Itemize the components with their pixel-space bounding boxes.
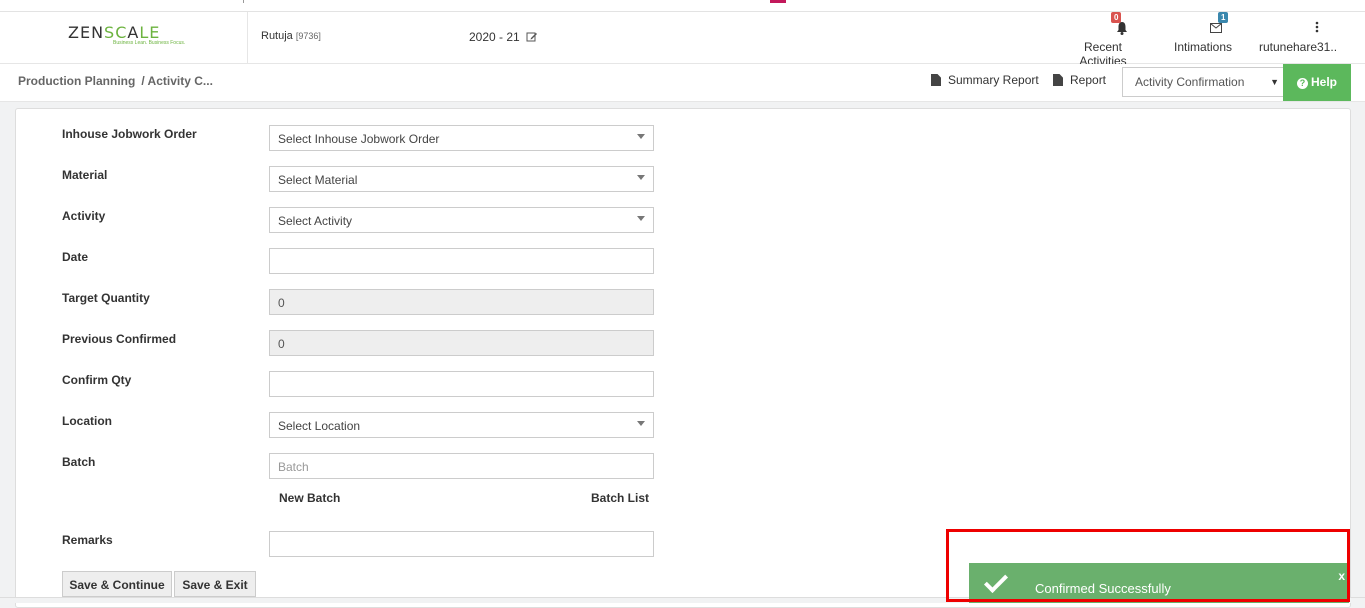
intimations-count-badge: 1 (1218, 12, 1229, 23)
highlight-box (946, 529, 1350, 602)
strip-accent (770, 0, 786, 3)
material-label: Material (62, 168, 108, 182)
caret-down-icon: ▼ (1270, 77, 1279, 87)
document-icon (931, 74, 941, 86)
recent-count-badge: 0 (1111, 12, 1122, 23)
location-select-value: Select Location (278, 419, 361, 433)
zenscale-logo[interactable]: ZENSCALE Business Lean. Business Focus. (0, 12, 248, 64)
document-icon (1053, 74, 1063, 86)
intimations-label: Intimations (1173, 40, 1233, 54)
new-batch-link[interactable]: New Batch (279, 491, 340, 505)
user-code: [9736] (295, 31, 321, 41)
browser-top-strip (0, 0, 1365, 12)
fiscal-year[interactable]: 2020 - 21 (469, 30, 538, 44)
edit-icon[interactable] (526, 31, 538, 43)
page-select-value: Activity Confirmation (1135, 75, 1245, 89)
save-exit-button[interactable]: Save & Exit (174, 571, 256, 597)
batch-label: Batch (62, 455, 96, 469)
caret-down-icon (637, 134, 645, 139)
logo-tagline: Business Lean. Business Focus. (113, 40, 186, 46)
save-continue-button[interactable]: Save & Continue (62, 571, 172, 597)
jobwork-select-value: Select Inhouse Jobwork Order (278, 132, 440, 146)
help-button[interactable]: ? Help (1283, 64, 1351, 101)
caret-down-icon (637, 216, 645, 221)
confirm-qty-label: Confirm Qty (62, 373, 132, 387)
location-select[interactable]: Select Location (269, 412, 654, 438)
fiscal-year-label: 2020 - 21 (469, 30, 520, 44)
jobwork-select[interactable]: Select Inhouse Jobwork Order (269, 125, 654, 151)
help-label: Help (1311, 75, 1338, 89)
breadcrumb-root[interactable]: Production Planning (18, 74, 135, 88)
remarks-label: Remarks (62, 533, 113, 547)
page-select[interactable]: Activity Confirmation ▼ (1122, 67, 1284, 97)
breadcrumb-bar: Production Planning / Activity C... Summa… (0, 64, 1365, 102)
intimations[interactable]: 1 Intimations (1172, 12, 1234, 54)
more-vertical-icon (1258, 18, 1338, 34)
breadcrumb: Production Planning / Activity C... (18, 74, 219, 88)
user-name: Rutuja (261, 30, 293, 42)
summary-report-link[interactable]: Summary Report (931, 73, 1039, 87)
material-select-value: Select Material (278, 173, 358, 187)
target-quantity-label: Target Quantity (62, 291, 150, 305)
app-header: ZENSCALE Business Lean. Business Focus. … (0, 12, 1365, 68)
breadcrumb-current: / Activity C... (141, 74, 213, 88)
previous-confirmed-label: Previous Confirmed (62, 332, 177, 346)
date-label: Date (62, 250, 89, 264)
jobwork-label: Inhouse Jobwork Order (62, 127, 197, 141)
batch-input[interactable]: Batch (269, 453, 654, 479)
location-label: Location (62, 414, 112, 428)
confirm-qty-input[interactable] (269, 371, 654, 397)
batch-list-link[interactable]: Batch List (591, 491, 649, 505)
envelope-icon: 1 (1172, 12, 1234, 34)
activity-select[interactable]: Select Activity (269, 207, 654, 233)
report-label: Report (1070, 73, 1107, 87)
recent-activities[interactable]: 0 Recent Activities (1060, 12, 1146, 68)
date-input[interactable] (269, 248, 654, 274)
material-select[interactable]: Select Material (269, 166, 654, 192)
caret-down-icon (637, 175, 645, 180)
activity-select-value: Select Activity (278, 214, 353, 228)
user-info: Rutuja [9736] (261, 30, 321, 42)
activity-label: Activity (62, 209, 106, 223)
strip-mark (243, 0, 244, 3)
bell-icon: 0 (1060, 12, 1146, 35)
summary-report-label: Summary Report (948, 73, 1039, 87)
caret-down-icon (637, 421, 645, 426)
remarks-input[interactable] (269, 531, 654, 557)
account-label: rutunehare31.. (1258, 40, 1338, 54)
target-quantity-field: 0 (269, 289, 654, 315)
account-menu[interactable]: rutunehare31.. (1258, 18, 1338, 54)
previous-confirmed-field: 0 (269, 330, 654, 356)
question-icon: ? (1297, 78, 1308, 89)
report-link[interactable]: Report (1053, 73, 1106, 87)
